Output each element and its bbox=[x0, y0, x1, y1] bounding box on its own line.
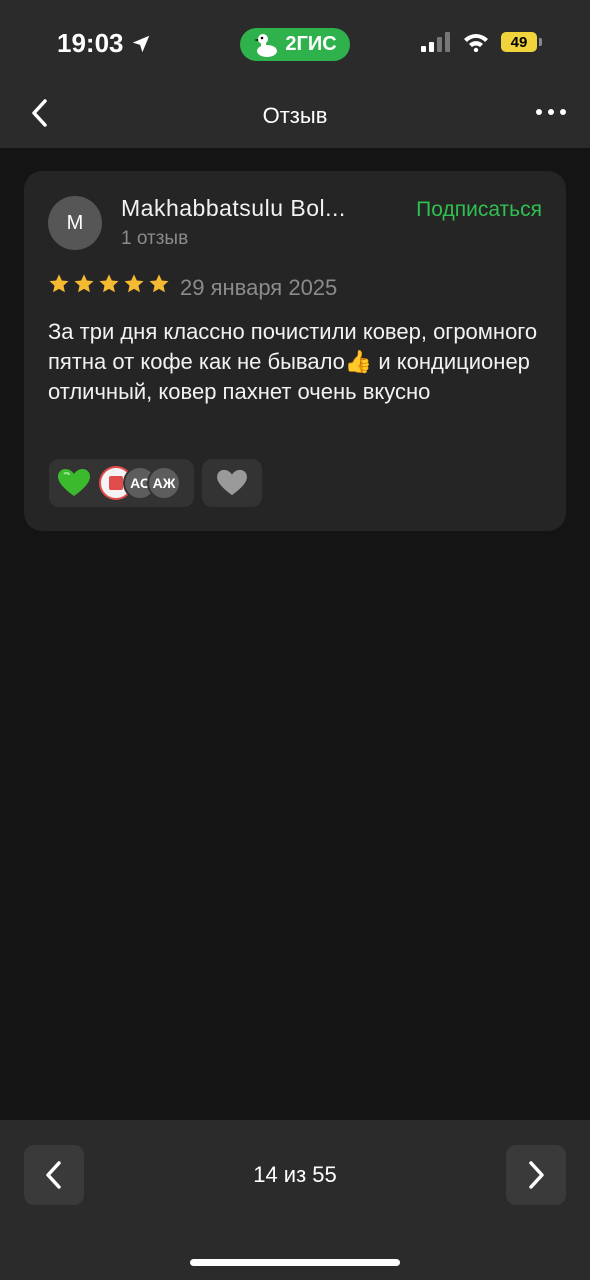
header: 19:03 2ГИС 49 Отзыв bbox=[0, 0, 590, 148]
star-icon bbox=[74, 274, 94, 293]
more-dot bbox=[536, 109, 542, 115]
more-dot bbox=[560, 109, 566, 115]
next-review-button[interactable] bbox=[506, 1145, 566, 1205]
review-date: 29 января 2025 bbox=[180, 275, 338, 300]
star-icon bbox=[149, 274, 169, 293]
page-title: Отзыв bbox=[262, 103, 328, 128]
star-icon bbox=[124, 274, 144, 293]
home-indicator[interactable] bbox=[190, 1259, 400, 1266]
reaction-avatar: АЖ bbox=[147, 466, 181, 500]
pagination-bar: 14 из 55 bbox=[0, 1120, 590, 1280]
review-text: За три дня классно почистили ковер, огро… bbox=[48, 319, 538, 404]
battery-indicator: 49 bbox=[501, 32, 537, 52]
app-badge[interactable]: 2ГИС bbox=[240, 28, 350, 61]
status-time: 19:03 bbox=[57, 28, 152, 59]
chevron-right-icon bbox=[529, 1161, 544, 1189]
star-icon bbox=[99, 274, 119, 293]
goose-icon bbox=[254, 33, 278, 57]
battery-level: 49 bbox=[510, 33, 528, 51]
green-heart-icon bbox=[58, 469, 90, 496]
star-icon bbox=[49, 274, 69, 293]
author-initial: M bbox=[66, 211, 84, 234]
time-text: 19:03 bbox=[57, 28, 124, 58]
reaction-avatar-image bbox=[109, 476, 123, 490]
review-card: M Makhabbatsulu Bol... 1 отзыв Подписать… bbox=[24, 171, 566, 531]
location-arrow-icon bbox=[132, 35, 149, 52]
battery-tip bbox=[539, 38, 542, 46]
nav-bar: Отзыв bbox=[0, 86, 590, 142]
author-name[interactable]: Makhabbatsulu Bol... bbox=[121, 195, 346, 222]
rating-stars bbox=[48, 273, 170, 295]
review-count: 1 отзыв bbox=[121, 228, 189, 249]
more-dot bbox=[548, 109, 554, 115]
app-badge-label: 2ГИС bbox=[285, 33, 337, 55]
more-icon[interactable] bbox=[536, 100, 566, 124]
wifi-icon bbox=[464, 34, 488, 52]
like-button[interactable] bbox=[202, 459, 262, 507]
signal-icon bbox=[421, 32, 450, 52]
reactions-button[interactable]: АС АЖ bbox=[49, 459, 194, 507]
author-avatar[interactable]: M bbox=[48, 196, 102, 250]
heart-icon bbox=[217, 469, 247, 496]
page-indicator: 14 из 55 bbox=[253, 1162, 337, 1187]
subscribe-button[interactable]: Подписаться bbox=[416, 198, 542, 222]
status-indicators: 49 bbox=[421, 32, 542, 52]
